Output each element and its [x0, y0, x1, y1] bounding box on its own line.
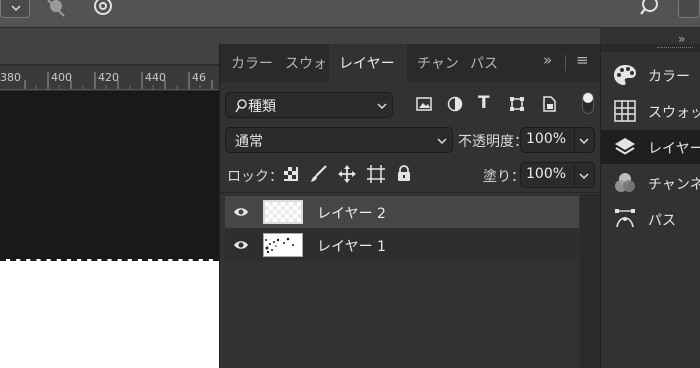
layer-thumbnail	[263, 233, 303, 257]
channels-icon	[615, 173, 635, 192]
search-icon	[235, 99, 247, 113]
dock-item-swatches[interactable]: スウォッ	[601, 94, 700, 128]
tab-paths[interactable]: パス	[470, 53, 498, 73]
tab-divider	[565, 55, 566, 71]
layer-row-2[interactable]: レイヤー 2	[225, 196, 579, 228]
opacity-input[interactable]: 100%	[520, 127, 595, 153]
collapse-dock-icon[interactable]: »	[678, 32, 685, 46]
lock-artboard-icon[interactable]	[367, 165, 385, 183]
type-layer-filter-icon[interactable]: T	[478, 93, 490, 113]
visibility-eye-icon[interactable]	[233, 204, 249, 220]
chevron-down-icon[interactable]	[579, 137, 589, 145]
layers-scrollbar[interactable]	[580, 194, 600, 368]
lock-all-icon[interactable]	[397, 165, 411, 182]
pixel-layer-filter-icon[interactable]	[416, 97, 432, 111]
tab-channels[interactable]: チャン	[417, 53, 459, 73]
panel-divider	[220, 192, 600, 193]
dock-item-color[interactable]: カラー	[601, 58, 700, 92]
fill-value: 100%	[526, 166, 567, 182]
fill-input[interactable]: 100%	[520, 162, 595, 188]
dock-label: スウォッ	[648, 105, 700, 121]
swatches-grid-icon	[614, 100, 636, 122]
palette-icon	[614, 65, 636, 85]
airbrush-disabled-icon[interactable]	[45, 0, 67, 18]
blend-mode-value: 通常	[235, 134, 263, 150]
layers-icon	[615, 138, 635, 155]
options-toolbar	[0, 0, 700, 28]
lock-image-pixels-icon[interactable]	[310, 165, 328, 183]
shape-layer-filter-icon[interactable]	[509, 96, 525, 112]
ruler-label: 420	[98, 71, 119, 84]
ruler-label: 400	[51, 71, 72, 84]
panel-menu-icon[interactable]: ≡	[576, 51, 589, 69]
fill-label: 塗り：	[483, 169, 525, 185]
lock-position-icon[interactable]	[338, 165, 356, 183]
ruler-label: 440	[145, 71, 166, 84]
workspace-button[interactable]	[678, 0, 700, 18]
dock-label: パス	[648, 213, 676, 229]
layer-thumbnail	[263, 200, 303, 224]
panel-grip[interactable]	[220, 44, 600, 50]
layer-filter-dropdown[interactable]: 種類	[225, 92, 393, 118]
opacity-label: 不透明度：	[458, 134, 528, 150]
panel-tab-bar: カラー スウォ レイヤー チャン パス » ≡	[220, 44, 600, 82]
smart-object-filter-icon[interactable]	[541, 96, 557, 112]
layer-name[interactable]: レイヤー 1	[317, 236, 386, 256]
horizontal-ruler: 380 400 420 440 46	[0, 66, 219, 90]
lock-transparent-pixels-icon[interactable]	[284, 167, 298, 181]
dock-handle[interactable]	[657, 47, 693, 50]
target-icon[interactable]	[92, 0, 114, 18]
layers-panel: カラー スウォ レイヤー チャン パス » ≡ 種類 T 通常 不透明度： 10…	[219, 44, 600, 368]
dock-label: チャンネ	[648, 177, 700, 193]
tab-layers[interactable]: レイヤー	[339, 53, 395, 73]
blend-mode-dropdown[interactable]: 通常	[225, 127, 453, 153]
chevron-down-icon	[437, 138, 447, 145]
dock-label: レイヤー	[648, 141, 700, 157]
filter-toggle-switch[interactable]	[582, 92, 594, 114]
selected-canvas-area[interactable]	[0, 259, 219, 368]
opacity-value: 100%	[526, 131, 567, 147]
dock-item-paths[interactable]: パス	[601, 202, 700, 236]
search-icon[interactable]	[640, 0, 660, 18]
lock-label: ロック：	[227, 169, 283, 185]
chevron-down-icon	[377, 103, 387, 110]
chevron-down-icon[interactable]	[579, 172, 589, 180]
chevron-down-icon	[11, 5, 21, 12]
dock-label: カラー	[648, 69, 690, 85]
tab-color[interactable]: カラー	[231, 53, 273, 73]
tab-swatches[interactable]: スウォ	[285, 53, 327, 73]
paths-pen-icon	[615, 209, 635, 228]
ruler-label: 46	[192, 71, 206, 84]
filter-value: 種類	[248, 99, 276, 115]
layer-row-1[interactable]: レイヤー 1	[225, 229, 579, 261]
layer-name[interactable]: レイヤー 2	[317, 203, 386, 223]
collapsed-panel-dock: » カラー スウォッ レイヤー チャンネ パス	[600, 32, 700, 368]
more-tabs-icon[interactable]: »	[543, 51, 552, 69]
dock-item-channels[interactable]: チャンネ	[601, 166, 700, 200]
adjustment-layer-filter-icon[interactable]	[447, 96, 463, 112]
visibility-eye-icon[interactable]	[233, 237, 249, 253]
thumbnail-art	[265, 237, 294, 254]
ruler-label: 380	[0, 71, 21, 84]
dock-item-layers[interactable]: レイヤー	[601, 130, 700, 164]
tool-preset-dropdown[interactable]	[0, 0, 30, 18]
